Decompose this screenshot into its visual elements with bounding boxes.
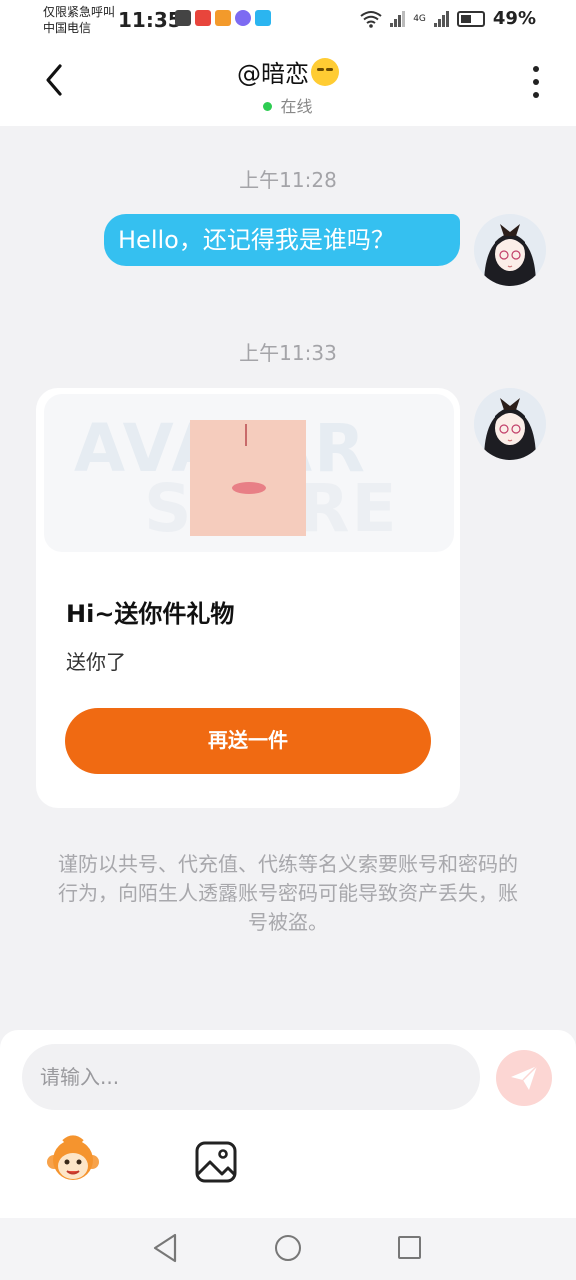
gift-title: Hi~送你件礼物	[66, 600, 235, 628]
signal-1-icon	[390, 10, 406, 27]
signal-2-icon	[433, 10, 449, 27]
online-status: 在线	[0, 93, 576, 117]
send-another-gift-button[interactable]: 再送一件	[65, 708, 431, 774]
user-avatar[interactable]	[474, 214, 546, 286]
search-app-icon	[255, 10, 271, 26]
nav-back-icon[interactable]	[150, 1232, 180, 1264]
online-dot-icon	[263, 102, 273, 111]
send-button[interactable]	[496, 1050, 552, 1106]
send-icon	[511, 1065, 538, 1090]
monkey-emoji-icon[interactable]	[46, 1134, 100, 1188]
user-avatar[interactable]	[474, 388, 546, 460]
notification-icons	[175, 10, 271, 26]
nav-home-icon[interactable]	[275, 1235, 301, 1261]
message-input[interactable]	[22, 1044, 480, 1110]
input-panel	[0, 1030, 576, 1218]
wifi-icon	[360, 10, 382, 28]
network-type: 4G	[413, 13, 426, 24]
status-bar: 仅限紧急呼叫 中国电信 11:35 4G 49%	[0, 0, 576, 42]
avatar-girl-icon	[474, 388, 546, 460]
music-app-icon	[235, 10, 251, 26]
battery-percent: 49%	[492, 8, 536, 29]
online-status-text: 在线	[280, 97, 313, 116]
avatar-girl-icon	[474, 214, 546, 286]
chat-title-block: @暗恋 在线	[0, 54, 576, 117]
book-app-icon	[195, 10, 211, 26]
security-notice: 谨防以共号、代充值、代练等名义索要账号和密码的行为，向陌生人透露账号密码可能导致…	[58, 852, 518, 934]
message-timestamp: 上午11:28	[239, 168, 337, 192]
gift-message-card[interactable]: AVATAR STORE Hi~送你件礼物 送你了 再送一件	[36, 388, 460, 808]
battery-icon	[456, 10, 485, 27]
image-icon[interactable]	[194, 1140, 238, 1184]
video-call-icon	[175, 10, 191, 26]
gift-subtitle: 送你了	[66, 650, 126, 674]
nav-recent-icon[interactable]	[398, 1236, 421, 1259]
system-status: 4G 49%	[360, 8, 536, 29]
chat-title: @暗恋	[237, 60, 309, 88]
chat-header: @暗恋 在线	[0, 42, 576, 126]
status-time: 11:35	[118, 8, 182, 32]
carrier-line-2: 中国电信	[43, 21, 92, 35]
gift-banner: AVATAR STORE	[44, 394, 454, 552]
carrier-info: 仅限紧急呼叫 中国电信	[43, 4, 115, 36]
gift-item-image	[190, 420, 306, 536]
video-app-icon	[215, 10, 231, 26]
more-options-button[interactable]	[524, 62, 548, 102]
carrier-line-1: 仅限紧急呼叫	[43, 5, 116, 19]
system-nav-bar	[0, 1218, 576, 1280]
outgoing-message-bubble[interactable]: Hello，还记得我是谁吗？	[104, 214, 460, 266]
smirk-emoji-icon	[311, 58, 339, 86]
more-vertical-icon	[533, 66, 539, 72]
message-timestamp: 上午11:33	[239, 341, 337, 365]
